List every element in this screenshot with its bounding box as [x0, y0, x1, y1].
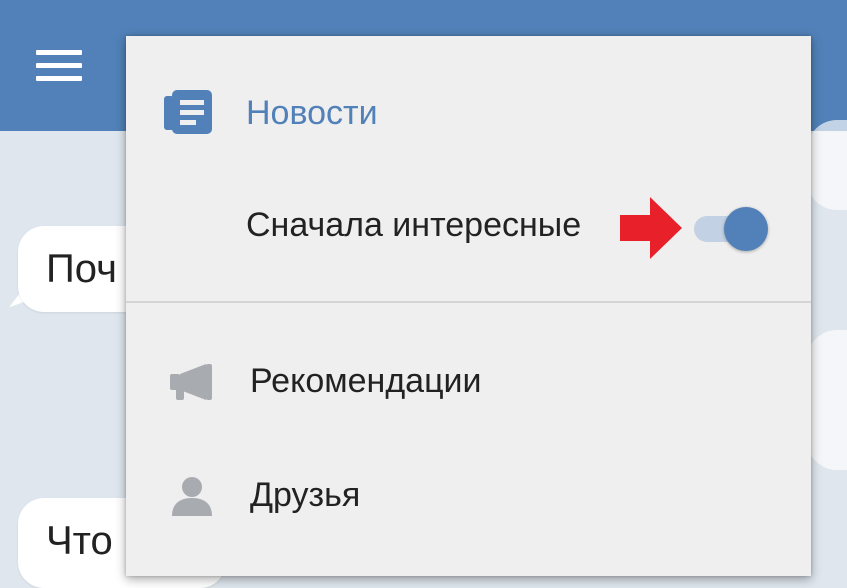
news-section-label: Новости: [246, 94, 378, 132]
message-text: Поч: [46, 247, 117, 291]
newspaper-icon: [164, 90, 212, 134]
interesting-first-toggle[interactable]: [692, 207, 772, 251]
message-text: Что: [46, 519, 113, 563]
background-bubble-edge: [807, 120, 847, 210]
friends-label: Друзья: [250, 476, 361, 514]
menu-divider: [126, 301, 811, 303]
toggle-label: Сначала интересные: [246, 206, 582, 244]
menu-item-friends[interactable]: Друзья: [126, 458, 811, 534]
person-icon: [172, 477, 212, 516]
menu-section-news[interactable]: Новости: [126, 76, 811, 154]
recommendations-label: Рекомендации: [250, 362, 482, 400]
red-arrow-annotation-icon: [620, 197, 682, 259]
interesting-first-row[interactable]: Сначала интересные: [126, 191, 811, 261]
menu-hamburger-icon[interactable]: [36, 50, 82, 84]
toggle-thumb: [724, 207, 768, 251]
feed-dropdown-menu: Новости Сначала интересные Рекомендации …: [126, 36, 811, 576]
menu-item-recommendations[interactable]: Рекомендации: [126, 344, 811, 420]
megaphone-icon: [170, 364, 212, 400]
background-bubble-edge: [807, 330, 847, 470]
